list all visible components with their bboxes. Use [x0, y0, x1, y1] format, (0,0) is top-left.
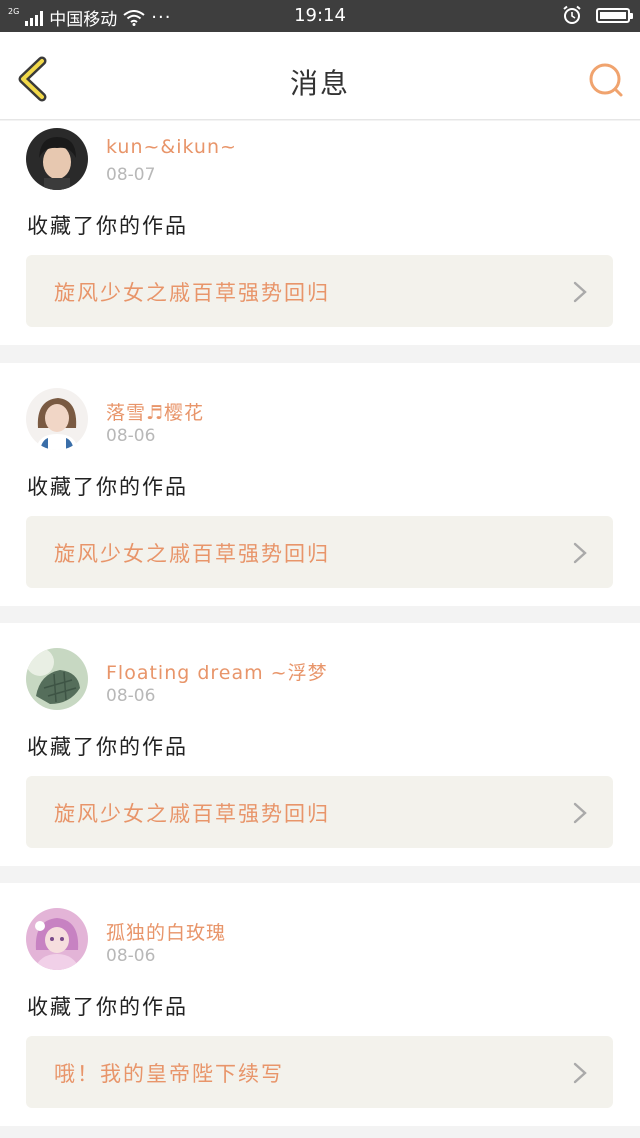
- message-card: kun~&ikun~ 08-07 收藏了你的作品 旋风少女之戚百草强势回归: [0, 121, 640, 345]
- action-text: 收藏了你的作品: [27, 214, 188, 238]
- clock: 19:14: [294, 5, 346, 26]
- alarm-icon: [563, 5, 581, 24]
- avatar[interactable]: [26, 908, 88, 970]
- chevron-right-icon: [573, 281, 587, 303]
- chevron-right-icon: [573, 802, 587, 824]
- work-link[interactable]: 旋风少女之戚百草强势回归: [26, 516, 613, 588]
- username[interactable]: kun~&ikun~: [106, 136, 237, 158]
- work-title: 旋风少女之戚百草强势回归: [54, 281, 330, 305]
- action-text: 收藏了你的作品: [27, 735, 188, 759]
- message-card: 孤独的白玫瑰 08-06 收藏了你的作品 哦！我的皇帝陛下续写: [0, 883, 640, 1126]
- chevron-right-icon: [573, 542, 587, 564]
- avatar[interactable]: [26, 388, 88, 450]
- page-title: 消息: [289, 67, 350, 100]
- message-date: 08-06: [106, 426, 156, 446]
- username[interactable]: Floating dream ~浮梦: [106, 658, 328, 685]
- work-link[interactable]: 旋风少女之戚百草强势回归: [26, 776, 613, 848]
- message-date: 08-07: [106, 165, 156, 185]
- avatar[interactable]: [26, 648, 88, 710]
- action-text: 收藏了你的作品: [27, 475, 188, 499]
- avatar[interactable]: [26, 128, 88, 190]
- message-card: Floating dream ~浮梦 08-06 收藏了你的作品 旋风少女之戚百…: [0, 623, 640, 866]
- status-bar: 2G 中国移动 ··· 19:14: [0, 0, 640, 32]
- message-date: 08-06: [106, 686, 156, 706]
- username[interactable]: 孤独的白玫瑰: [106, 918, 226, 945]
- search-icon[interactable]: [588, 62, 624, 98]
- work-link[interactable]: 旋风少女之戚百草强势回归: [26, 255, 613, 327]
- work-title: 哦！我的皇帝陛下续写: [54, 1062, 284, 1086]
- message-date: 08-06: [106, 946, 156, 966]
- chevron-right-icon: [573, 1062, 587, 1084]
- work-title: 旋风少女之戚百草强势回归: [54, 802, 330, 826]
- battery-icon: [596, 7, 633, 23]
- username[interactable]: 落雪♬樱花: [106, 398, 204, 425]
- work-link[interactable]: 哦！我的皇帝陛下续写: [26, 1036, 613, 1108]
- navigation-bar: 消息: [0, 32, 640, 120]
- message-list[interactable]: kun~&ikun~ 08-07 收藏了你的作品 旋风少女之戚百草强势回归 落雪…: [0, 121, 640, 1138]
- message-card: 落雪♬樱花 08-06 收藏了你的作品 旋风少女之戚百草强势回归: [0, 363, 640, 606]
- action-text: 收藏了你的作品: [27, 995, 188, 1019]
- work-title: 旋风少女之戚百草强势回归: [54, 542, 330, 566]
